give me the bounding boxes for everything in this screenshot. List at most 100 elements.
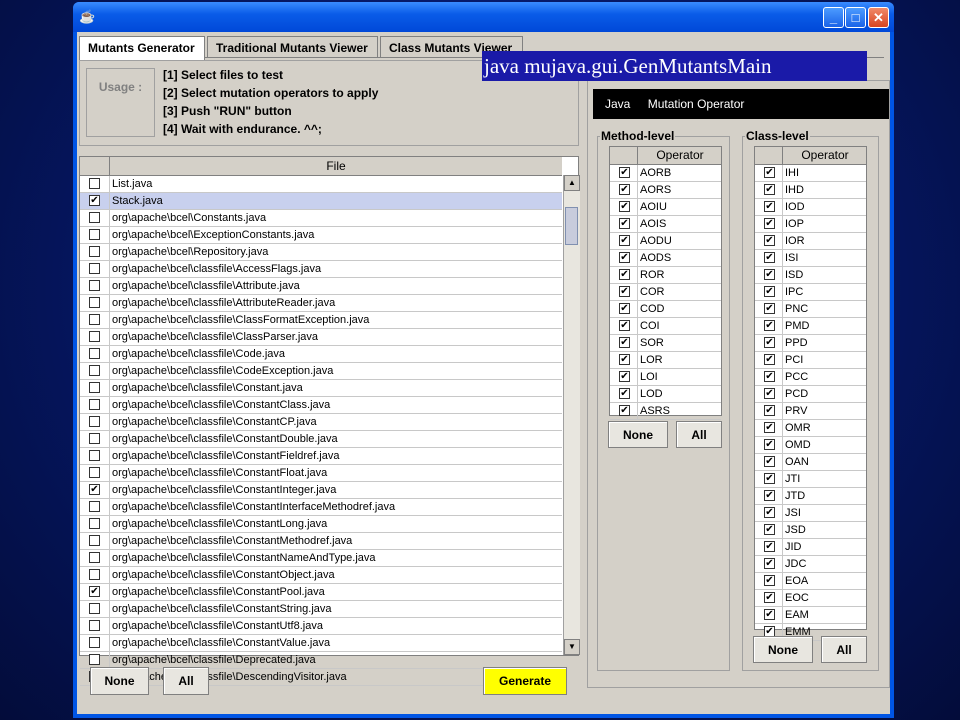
class-operator-row[interactable]: ✔ ISI (755, 250, 866, 267)
class-operator-checkbox[interactable]: ✔ (764, 456, 775, 467)
file-column-header[interactable]: File (110, 157, 562, 175)
generate-button[interactable]: Generate (483, 667, 567, 695)
method-operator-checkbox[interactable]: ✔ (619, 286, 630, 297)
method-operator-checkbox[interactable]: ✔ (619, 303, 630, 314)
method-operator-row[interactable]: ✔ ASRS (610, 403, 721, 420)
class-operator-row[interactable]: ✔ PCD (755, 386, 866, 403)
file-checkbox[interactable] (89, 178, 100, 189)
class-operator-row[interactable]: ✔ JSD (755, 522, 866, 539)
method-operator-checkbox[interactable]: ✔ (619, 184, 630, 195)
class-operator-row[interactable]: ✔ JTD (755, 488, 866, 505)
file-checkbox[interactable] (89, 263, 100, 274)
class-operator-checkbox[interactable]: ✔ (764, 354, 775, 365)
file-row[interactable]: org\apache\bcel\classfile\ConstantMethod… (80, 533, 562, 550)
file-checkbox[interactable]: ✔ (89, 586, 100, 597)
file-row[interactable]: org\apache\bcel\ExceptionConstants.java (80, 227, 562, 244)
class-operator-row[interactable]: ✔ JSI (755, 505, 866, 522)
method-operator-checkbox[interactable]: ✔ (619, 252, 630, 263)
class-operator-checkbox[interactable]: ✔ (764, 320, 775, 331)
class-operator-checkbox[interactable]: ✔ (764, 592, 775, 603)
method-operator-checkbox[interactable]: ✔ (619, 235, 630, 246)
class-operator-row[interactable]: ✔ ISD (755, 267, 866, 284)
class-operator-row[interactable]: ✔ OMD (755, 437, 866, 454)
file-checkbox[interactable] (89, 450, 100, 461)
file-row[interactable]: org\apache\bcel\classfile\CodeException.… (80, 363, 562, 380)
file-checkbox[interactable]: ✔ (89, 484, 100, 495)
file-row[interactable]: org\apache\bcel\Constants.java (80, 210, 562, 227)
file-checkbox[interactable]: ✔ (89, 195, 100, 206)
class-operator-checkbox[interactable]: ✔ (764, 439, 775, 450)
class-operator-row[interactable]: ✔ IOP (755, 216, 866, 233)
class-operator-row[interactable]: ✔ OAN (755, 454, 866, 471)
file-checkbox[interactable] (89, 348, 100, 359)
method-operator-row[interactable]: ✔ AODU (610, 233, 721, 250)
files-none-button[interactable]: None (90, 667, 149, 695)
minimize-button[interactable]: _ (823, 7, 844, 28)
class-operator-checkbox[interactable]: ✔ (764, 507, 775, 518)
file-row[interactable]: org\apache\bcel\classfile\AttributeReade… (80, 295, 562, 312)
file-row[interactable]: ✔ org\apache\bcel\classfile\ConstantInteg… (80, 482, 562, 499)
class-operator-row[interactable]: ✔ IHD (755, 182, 866, 199)
method-operator-row[interactable]: ✔ LOR (610, 352, 721, 369)
class-operator-row[interactable]: ✔ PPD (755, 335, 866, 352)
class-operator-row[interactable]: ✔ IOD (755, 199, 866, 216)
file-row[interactable]: org\apache\bcel\classfile\Code.java (80, 346, 562, 363)
method-operator-row[interactable]: ✔ AOIU (610, 199, 721, 216)
file-checkbox[interactable] (89, 620, 100, 631)
method-operator-row[interactable]: ✔ ROR (610, 267, 721, 284)
file-checkbox[interactable] (89, 382, 100, 393)
method-operator-row[interactable]: ✔ AORB (610, 165, 721, 182)
class-operator-checkbox[interactable]: ✔ (764, 286, 775, 297)
method-operator-checkbox[interactable]: ✔ (619, 354, 630, 365)
class-operator-row[interactable]: ✔ PNC (755, 301, 866, 318)
file-checkbox[interactable] (89, 280, 100, 291)
method-operator-checkbox[interactable]: ✔ (619, 320, 630, 331)
class-operator-row[interactable]: ✔ PRV (755, 403, 866, 420)
file-checkbox[interactable] (89, 467, 100, 478)
method-none-button[interactable]: None (608, 421, 668, 448)
file-checkbox[interactable] (89, 552, 100, 563)
class-operator-checkbox[interactable]: ✔ (764, 218, 775, 229)
file-checkbox[interactable] (89, 501, 100, 512)
method-all-button[interactable]: All (676, 421, 722, 448)
file-row[interactable]: org\apache\bcel\classfile\ConstantCP.jav… (80, 414, 562, 431)
method-operator-row[interactable]: ✔ LOD (610, 386, 721, 403)
class-operator-row[interactable]: ✔ IHI (755, 165, 866, 182)
class-operator-checkbox[interactable]: ✔ (764, 609, 775, 620)
class-operator-checkbox[interactable]: ✔ (764, 371, 775, 382)
method-operator-row[interactable]: ✔ SOR (610, 335, 721, 352)
method-operator-checkbox[interactable]: ✔ (619, 218, 630, 229)
file-row[interactable]: org\apache\bcel\classfile\ClassFormatExc… (80, 312, 562, 329)
title-bar[interactable]: ☕ _ □ ✕ (73, 2, 894, 32)
class-operator-checkbox[interactable]: ✔ (764, 201, 775, 212)
method-operator-row[interactable]: ✔ AORS (610, 182, 721, 199)
file-checkbox[interactable] (89, 297, 100, 308)
method-operator-row[interactable]: ✔ AODS (610, 250, 721, 267)
file-checkbox[interactable] (89, 365, 100, 376)
method-operator-row[interactable]: ✔ AOIS (610, 216, 721, 233)
file-row[interactable]: org\apache\bcel\classfile\Attribute.java (80, 278, 562, 295)
file-row[interactable]: org\apache\bcel\classfile\ConstantNameAn… (80, 550, 562, 567)
file-checkbox[interactable] (89, 331, 100, 342)
checkbox-column-header[interactable] (80, 157, 110, 175)
scroll-thumb[interactable] (565, 207, 578, 245)
class-operator-column[interactable]: Operator (782, 147, 867, 164)
method-operator-row[interactable]: ✔ COD (610, 301, 721, 318)
file-checkbox[interactable] (89, 535, 100, 546)
file-checkbox[interactable] (89, 433, 100, 444)
method-operator-checkbox[interactable]: ✔ (619, 371, 630, 382)
file-row[interactable]: org\apache\bcel\classfile\ConstantUtf8.j… (80, 618, 562, 635)
tab-traditional-mutants-viewer[interactable]: Traditional Mutants Viewer (207, 36, 378, 58)
class-operator-row[interactable]: ✔ PCC (755, 369, 866, 386)
file-row[interactable]: org\apache\bcel\classfile\ConstantFieldr… (80, 448, 562, 465)
class-operator-checkbox[interactable]: ✔ (764, 167, 775, 178)
class-operator-checkbox[interactable]: ✔ (764, 303, 775, 314)
file-row[interactable]: org\apache\bcel\Repository.java (80, 244, 562, 261)
tab-java[interactable]: Java (605, 97, 630, 111)
close-button[interactable]: ✕ (868, 7, 889, 28)
class-operator-checkbox[interactable]: ✔ (764, 422, 775, 433)
method-operator-checkbox[interactable]: ✔ (619, 405, 630, 416)
file-checkbox[interactable] (89, 212, 100, 223)
file-checkbox[interactable] (89, 637, 100, 648)
class-operator-checkbox[interactable]: ✔ (764, 490, 775, 501)
